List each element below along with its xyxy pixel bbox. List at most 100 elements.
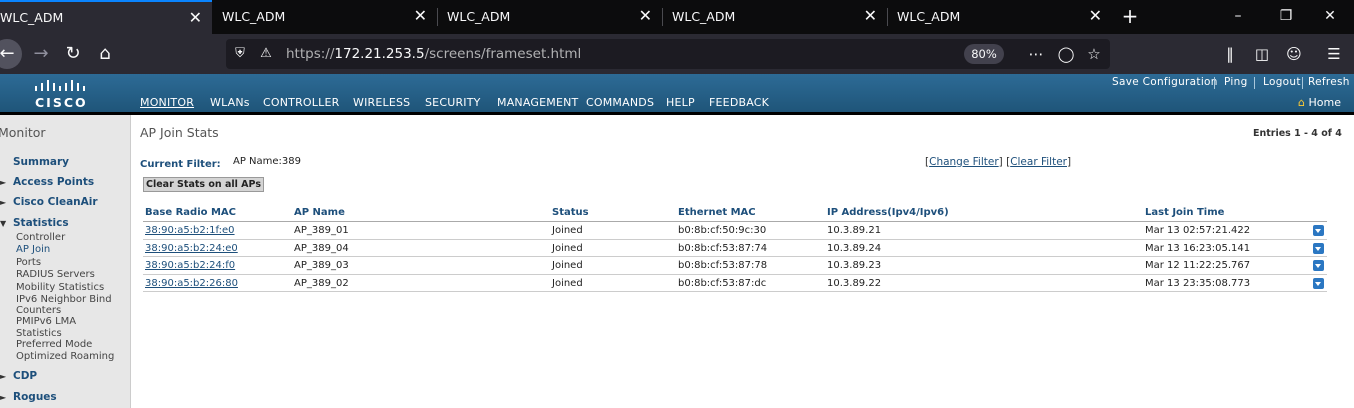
nav-wireless[interactable]: WIRELESS <box>353 96 410 109</box>
browser-tab[interactable]: WLC_ADM ✕ <box>887 0 1112 34</box>
sidebar-sub-ipv6-counters[interactable]: Counters <box>16 305 61 317</box>
sidebar-sub-radius[interactable]: RADIUS Servers <box>16 269 95 281</box>
restore-icon[interactable]: ❐ <box>1276 6 1296 26</box>
save-configuration-link[interactable]: Save Configuration <box>1112 76 1218 88</box>
window-close-icon[interactable]: ✕ <box>1320 6 1340 26</box>
nav-controller[interactable]: CONTROLLER <box>263 96 339 109</box>
sidebar-item-cleanair[interactable]: ► Cisco CleanAir <box>0 196 98 208</box>
link-divider <box>1302 77 1303 89</box>
nav-monitor[interactable]: MONITOR <box>140 96 194 109</box>
minimize-icon[interactable]: – <box>1228 6 1248 26</box>
address-bar[interactable]: ⛨ ⚠ https://172.21.253.5/screens/framese… <box>226 39 1110 69</box>
column-header-ap-name: AP Name <box>294 207 345 218</box>
zoom-level[interactable]: 80% <box>964 44 1004 64</box>
column-header-last-join-time: Last Join Time <box>1145 207 1225 218</box>
expand-arrow-icon: ► <box>0 393 7 402</box>
column-header-status: Status <box>552 207 589 218</box>
change-filter-link[interactable]: Change Filter <box>929 156 999 168</box>
ip-address-cell: 10.3.89.24 <box>827 242 882 254</box>
insecure-lock-icon[interactable]: ⚠ <box>258 46 274 62</box>
close-icon[interactable]: ✕ <box>639 7 652 25</box>
base-radio-mac-link[interactable]: 38:90:a5:b2:24:f0 <box>145 260 235 271</box>
status-cell: Joined <box>552 225 583 236</box>
sidebar-sub-pmipv6-stats[interactable]: Statistics <box>16 328 62 340</box>
forward-arrow-icon[interactable]: → <box>28 42 54 66</box>
browser-tab[interactable]: WLC_ADM ✕ <box>662 0 887 34</box>
url-text[interactable]: https://172.21.253.5/screens/frameset.ht… <box>286 46 581 62</box>
tab-title: WLC_ADM <box>0 10 64 25</box>
sidebar-sub-controller[interactable]: Controller <box>16 232 65 244</box>
pocket-icon[interactable]: ◯ <box>1056 44 1076 64</box>
filter-links: [Change Filter] [Clear Filter] <box>925 156 1072 168</box>
expand-arrow-icon: ► <box>0 178 7 187</box>
browser-tab[interactable]: WLC_ADM ✕ <box>437 0 662 34</box>
base-radio-mac-link[interactable]: 38:90:a5:b2:26:80 <box>145 278 238 289</box>
tab-title: WLC_ADM <box>222 9 286 24</box>
sidebar-sub-mobility[interactable]: Mobility Statistics <box>16 282 104 294</box>
close-icon[interactable]: ✕ <box>1089 7 1102 25</box>
table-row: 38:90:a5:b2:1f:e0 AP_389_01 Joined b0:8b… <box>143 222 1327 240</box>
collapse-arrow-icon: ▼ <box>0 219 7 228</box>
nav-help[interactable]: HELP <box>666 96 695 109</box>
ethernet-mac-cell: b0:8b:cf:50:9c:30 <box>678 225 767 236</box>
close-icon[interactable]: ✕ <box>189 9 202 27</box>
new-tab-icon[interactable]: + <box>1118 4 1142 28</box>
close-icon[interactable]: ✕ <box>414 7 427 25</box>
status-cell: Joined <box>552 277 583 289</box>
home-link[interactable]: ⌂ Home <box>1298 96 1341 109</box>
sidebar-item-cdp[interactable]: ► CDP <box>0 370 37 382</box>
tracking-shield-icon[interactable]: ⛨ <box>232 46 248 62</box>
header-divider <box>0 112 1354 115</box>
ping-link[interactable]: Ping <box>1224 76 1248 88</box>
refresh-link[interactable]: Refresh <box>1308 76 1350 88</box>
table-row: 38:90:a5:b2:24:f0 AP_389_03 Joined b0:8b… <box>143 257 1327 275</box>
tab-title: WLC_ADM <box>672 9 736 24</box>
expand-arrow-icon: ► <box>0 198 7 207</box>
row-dropdown-icon[interactable] <box>1313 277 1324 289</box>
cisco-header: CISCO Save Configuration Ping Logout Ref… <box>0 74 1354 112</box>
sidebar-item-label: Access Points <box>13 176 95 188</box>
sidebar-toggle-icon[interactable]: ◫ <box>1250 42 1274 66</box>
sidebar-item-rogues[interactable]: ► Rogues <box>0 391 57 403</box>
home-icon[interactable]: ⌂ <box>92 42 118 66</box>
current-filter-value: AP Name:389 <box>233 156 302 167</box>
row-dropdown-icon[interactable] <box>1313 260 1324 271</box>
menu-icon[interactable]: ☰ <box>1322 42 1346 66</box>
sidebar-sub-optimized-roaming[interactable]: Optimized Roaming <box>16 351 114 363</box>
expand-arrow-icon: ► <box>0 372 7 381</box>
back-arrow-icon[interactable]: ← <box>0 39 22 69</box>
sidebar-item-statistics[interactable]: ▼ Statistics <box>0 217 69 229</box>
ethernet-mac-cell: b0:8b:cf:53:87:74 <box>678 242 768 254</box>
clear-stats-button[interactable]: Clear Stats on all APs <box>143 177 264 192</box>
library-icon[interactable]: ‖ <box>1218 42 1242 66</box>
row-dropdown-icon[interactable] <box>1313 242 1324 254</box>
page-actions-icon[interactable]: ⋯ <box>1026 44 1046 64</box>
account-icon[interactable]: ☺ <box>1282 42 1306 66</box>
base-radio-mac-link[interactable]: 38:90:a5:b2:1f:e0 <box>145 225 235 236</box>
nav-security[interactable]: SECURITY <box>425 96 481 109</box>
nav-commands[interactable]: COMMANDS <box>586 96 654 109</box>
sidebar-sub-pmipv6[interactable]: PMIPv6 LMA <box>16 316 76 328</box>
row-dropdown-icon[interactable] <box>1313 225 1324 236</box>
reload-icon[interactable]: ↻ <box>60 42 86 66</box>
nav-wlans[interactable]: WLANs <box>210 96 250 109</box>
nav-management[interactable]: MANAGEMENT <box>497 96 578 109</box>
base-radio-mac-link[interactable]: 38:90:a5:b2:24:e0 <box>145 243 238 254</box>
browser-tab[interactable]: WLC_ADM ✕ <box>212 0 437 34</box>
sidebar-sub-ap-join[interactable]: AP Join <box>16 244 50 256</box>
browser-tab[interactable]: WLC_ADM ✕ <box>0 0 212 34</box>
bookmark-star-icon[interactable]: ☆ <box>1084 44 1104 64</box>
sidebar-sub-ports[interactable]: Ports <box>16 257 41 269</box>
sidebar-item-label: Statistics <box>13 217 69 229</box>
sidebar-item-summary[interactable]: Summary <box>13 156 69 168</box>
url-host: 172.21.253.5 <box>334 46 425 62</box>
logout-link[interactable]: Logout <box>1263 76 1301 88</box>
close-icon[interactable]: ✕ <box>864 7 877 25</box>
sidebar-item-label: Rogues <box>13 391 57 403</box>
clear-filter-link[interactable]: Clear Filter <box>1010 156 1067 168</box>
sidebar-sub-preferred-mode[interactable]: Preferred Mode <box>16 339 92 351</box>
sidebar-item-access-points[interactable]: ► Access Points <box>0 176 94 188</box>
sidebar-sub-ipv6-neighbor[interactable]: IPv6 Neighbor Bind <box>16 294 112 306</box>
nav-feedback[interactable]: FEEDBACK <box>709 96 769 109</box>
url-path: /screens/frameset.html <box>424 46 582 62</box>
